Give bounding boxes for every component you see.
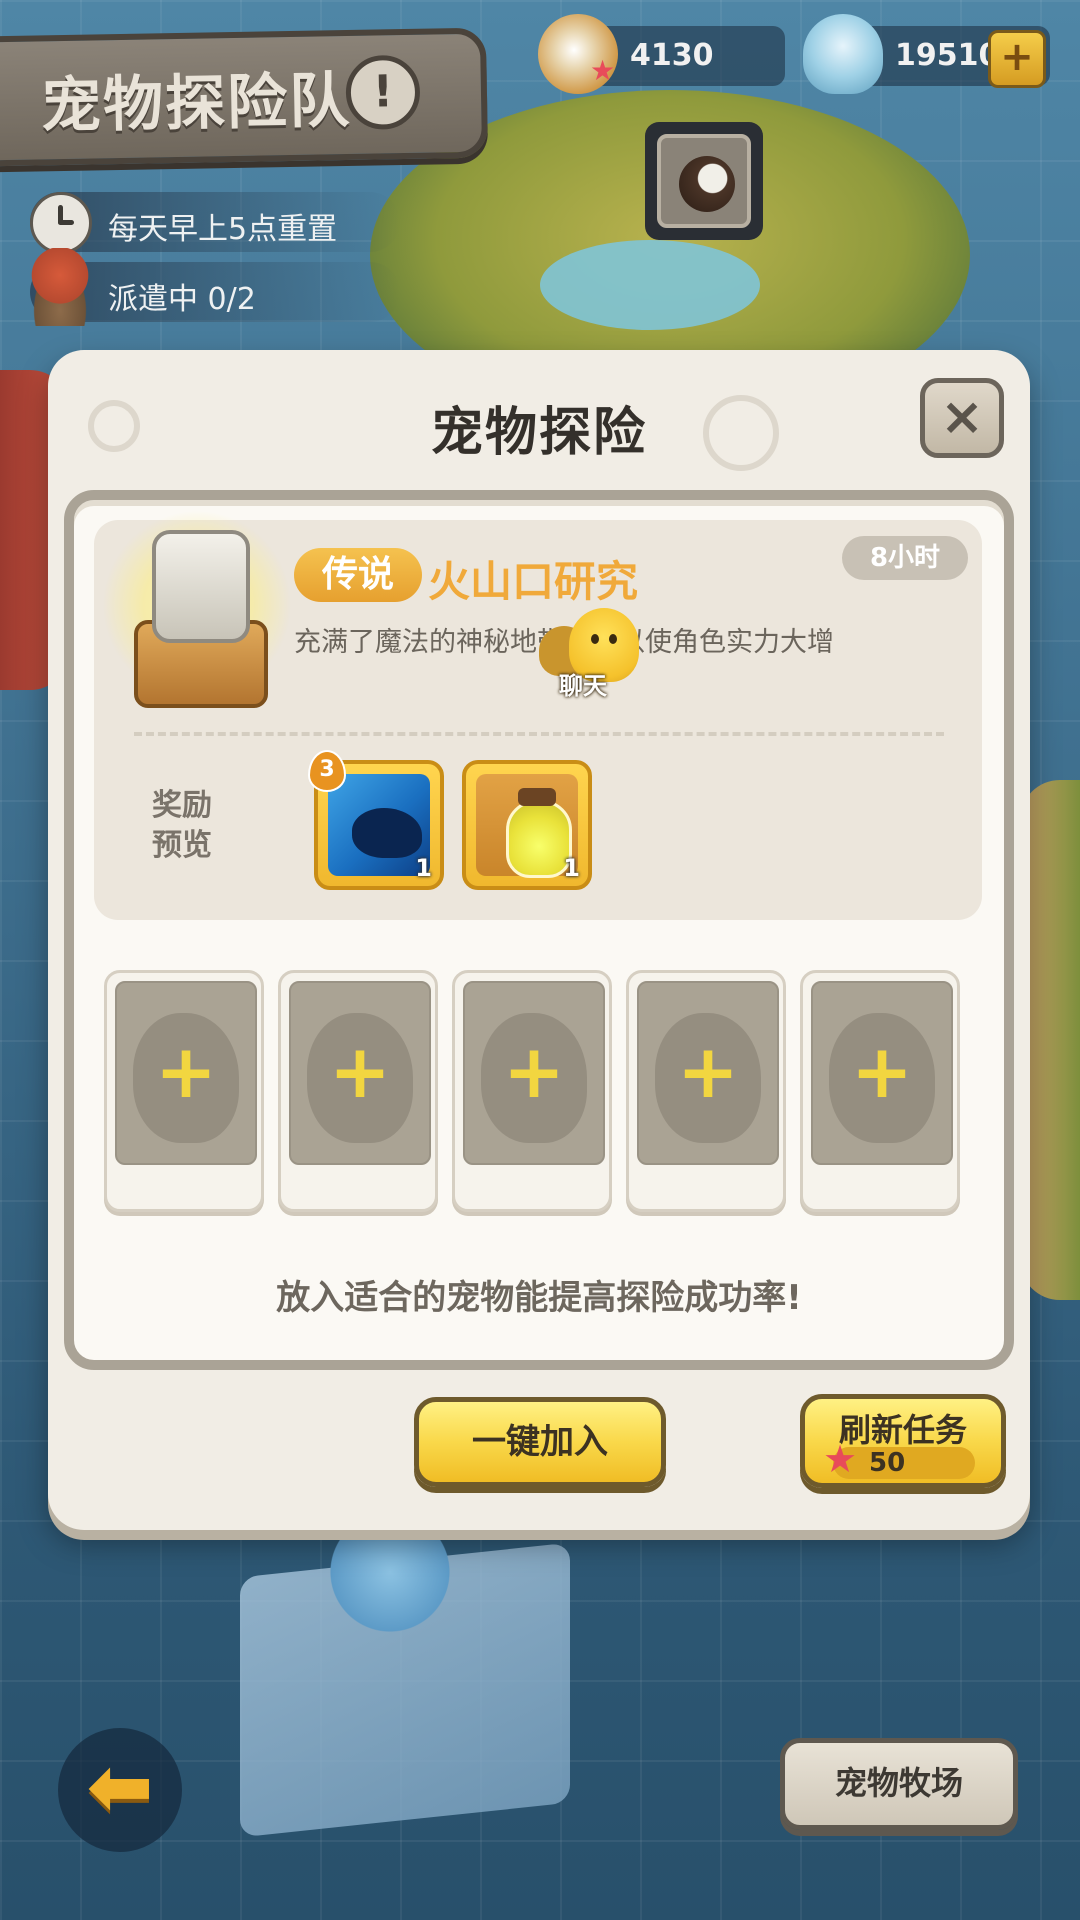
duration-badge: 8小时 [842, 536, 968, 580]
clock-icon [30, 192, 92, 254]
add-pet-icon: + [328, 1029, 391, 1115]
add-pet-icon: + [676, 1029, 739, 1115]
success-rate-hint: 放入适合的宠物能提高探险成功率! [276, 1278, 802, 1318]
reward-label-line1: 奖励 [152, 788, 212, 823]
refresh-mission-button[interactable]: 刷新任务 ★ 50 [800, 1394, 1006, 1488]
reset-text: 每天早上5点重置 [108, 212, 338, 247]
add-pet-icon: + [154, 1029, 217, 1115]
coconut-icon [679, 156, 735, 212]
pet-avatar-icon [24, 248, 96, 326]
add-pet-icon: + [502, 1029, 565, 1115]
back-button[interactable]: ⬅ [58, 1728, 182, 1852]
starfish-icon: ★ [823, 1437, 858, 1481]
refresh-cost: ★ 50 [823, 1437, 975, 1481]
close-button[interactable]: × [920, 378, 1004, 458]
reward-preview-label: 奖励 预览 [152, 786, 212, 866]
pet-farm-button[interactable]: 宠物牧场 [780, 1738, 1018, 1830]
map-item-frame [657, 134, 751, 228]
chat-label: 聊天 [559, 672, 607, 700]
chat-button[interactable]: 聊天 [539, 608, 639, 700]
pet-slot-5[interactable]: + [800, 970, 960, 1212]
reward-label-line2: 预览 [152, 828, 212, 863]
page-title: 宠物探险队 [40, 65, 352, 142]
reward-exp-potion[interactable]: 1 [462, 760, 592, 890]
pearl-value: 4130 [630, 38, 714, 73]
mission-card: 传说 火山口研究 8小时 充满了魔法的神秘地带，可以使角色实力大增 聊天 奖励 … [94, 510, 982, 920]
map-lake [540, 240, 760, 330]
expedition-modal: 宠物探险 × 传说 火山口研究 8小时 充满了魔法的神秘地带，可以使角色实力大增… [48, 350, 1030, 1530]
dispatch-info-row: 派遣中 0/2 [24, 248, 400, 326]
starfish-icon: ★ [590, 54, 616, 87]
mission-stone-icon [102, 510, 292, 710]
reward-pet-card[interactable]: 3 1 [308, 750, 444, 890]
dashed-divider [134, 732, 944, 736]
pet-slot-4[interactable]: + [626, 970, 786, 1212]
add-pet-icon: + [850, 1029, 913, 1115]
map-bird [330, 1520, 450, 1650]
star-level-badge: 3 [308, 750, 346, 792]
pearl-currency: ★ 4130 [538, 14, 785, 94]
dispatch-text: 派遣中 0/2 [108, 282, 256, 317]
map-item-slot[interactable] [645, 122, 763, 240]
modal-title: 宠物探险 [430, 403, 647, 463]
rarity-badge: 传说 [294, 548, 422, 602]
title-plaque: 宠物探险队 ! [0, 27, 489, 167]
expedition-panel: 传说 火山口研究 8小时 充满了魔法的神秘地带，可以使角色实力大增 聊天 奖励 … [64, 490, 1014, 1370]
pet-slot-1[interactable]: + [104, 970, 264, 1212]
auto-join-button[interactable]: 一键加入 [414, 1397, 666, 1487]
shell-icon [803, 14, 883, 94]
reset-info-row: 每天早上5点重置 [30, 192, 400, 254]
pet-slot-3[interactable]: + [452, 970, 612, 1212]
reward-count: 1 [415, 854, 432, 882]
mission-name: 火山口研究 [428, 557, 639, 606]
reward-count: 1 [563, 854, 580, 882]
refresh-cost-value: 50 [869, 1448, 906, 1478]
info-icon[interactable]: ! [345, 54, 421, 131]
pet-slot-2[interactable]: + [278, 970, 438, 1212]
add-currency-button[interactable]: + [988, 30, 1046, 88]
shell-currency: 195102 + [803, 14, 1050, 94]
